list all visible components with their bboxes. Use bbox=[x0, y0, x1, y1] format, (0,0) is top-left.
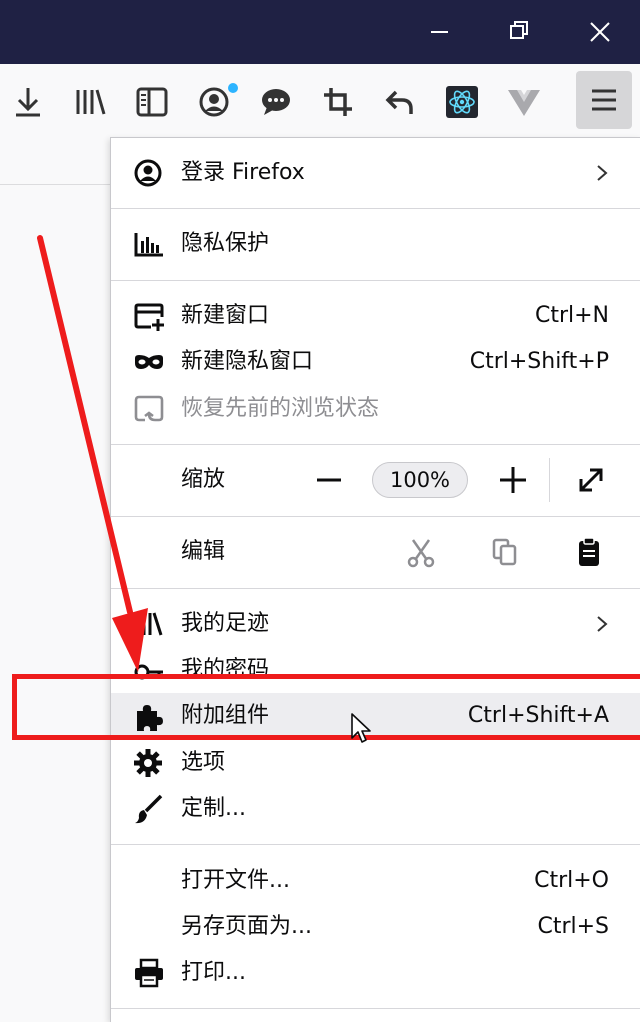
app-menu-panel: 登录 Firefox 隐私保护 新建窗口 Ctrl+N 新建隐私窗口 Ctrl+… bbox=[110, 137, 640, 1022]
expand-icon bbox=[579, 468, 603, 492]
menu-separator bbox=[111, 844, 640, 845]
menu-item-label: 缩放 bbox=[181, 467, 226, 492]
menu-item-privacy[interactable]: 隐私保护 bbox=[111, 221, 640, 267]
menu-item-customize[interactable]: 定制... bbox=[111, 786, 640, 832]
annotation-highlight-box bbox=[12, 674, 640, 740]
menu-separator bbox=[111, 280, 640, 281]
chevron-right-icon bbox=[597, 165, 608, 181]
menu-item-new-window[interactable]: 新建窗口 Ctrl+N bbox=[111, 293, 640, 339]
menu-item-save-page[interactable]: 另存页面为... Ctrl+S bbox=[111, 904, 640, 950]
zoom-reset-button[interactable]: 100% bbox=[372, 462, 468, 498]
download-icon[interactable] bbox=[8, 82, 48, 122]
menu-item-restore-session[interactable]: 恢复先前的浏览状态 bbox=[111, 386, 640, 432]
menu-item-label: 另存页面为... bbox=[181, 914, 312, 939]
menu-item-sign-in[interactable]: 登录 Firefox bbox=[111, 150, 640, 196]
shortcut-label: Ctrl+Shift+P bbox=[469, 349, 609, 374]
shortcut-label: Ctrl+O bbox=[534, 868, 609, 893]
toolbar-divider bbox=[0, 184, 112, 185]
menu-item-label: 登录 Firefox bbox=[181, 160, 305, 185]
copy-button[interactable] bbox=[485, 532, 525, 572]
chevron-right-icon bbox=[597, 616, 608, 632]
paintbrush-icon bbox=[133, 794, 165, 824]
menu-item-label: 新建隐私窗口 bbox=[181, 349, 314, 374]
restore-session-icon bbox=[133, 394, 165, 424]
menu-item-new-private-window[interactable]: 新建隐私窗口 Ctrl+Shift+P bbox=[111, 339, 640, 385]
library-icon[interactable] bbox=[70, 82, 110, 122]
minus-icon bbox=[317, 478, 341, 482]
window-titlebar bbox=[0, 0, 640, 64]
menu-item-open-file[interactable]: 打开文件... Ctrl+O bbox=[111, 858, 640, 904]
hamburger-menu-icon bbox=[592, 89, 616, 111]
library-icon bbox=[133, 609, 165, 639]
mask-icon bbox=[133, 347, 165, 377]
shortcut-label: Ctrl+N bbox=[534, 303, 609, 328]
notification-dot bbox=[228, 83, 238, 93]
menu-item-label: 恢复先前的浏览状态 bbox=[181, 396, 380, 421]
menu-item-label: 隐私保护 bbox=[181, 231, 270, 256]
menu-item-label: 我的足迹 bbox=[181, 611, 270, 636]
scissors-icon bbox=[407, 539, 435, 568]
account-circle-icon bbox=[133, 158, 165, 188]
gear-icon bbox=[133, 748, 165, 778]
plus-icon bbox=[500, 467, 526, 493]
clipboard-icon bbox=[579, 537, 599, 566]
menu-item-label: 编辑 bbox=[181, 539, 226, 564]
fullscreen-button[interactable] bbox=[571, 460, 611, 500]
zoom-out-button[interactable] bbox=[309, 460, 349, 500]
zoom-in-button[interactable] bbox=[493, 460, 533, 500]
printer-icon bbox=[133, 958, 165, 988]
menu-item-options[interactable]: 选项 bbox=[111, 740, 640, 786]
menu-separator bbox=[111, 208, 640, 209]
hamburger-menu-button[interactable] bbox=[576, 71, 632, 129]
react-icon[interactable] bbox=[442, 82, 482, 122]
menu-item-label: 打开文件... bbox=[181, 868, 290, 893]
new-window-icon bbox=[133, 301, 165, 331]
menu-item-label: 选项 bbox=[181, 750, 226, 775]
copy-icon bbox=[492, 538, 517, 566]
minimize-icon[interactable] bbox=[418, 10, 462, 54]
close-icon[interactable] bbox=[578, 10, 622, 54]
menu-item-print[interactable]: 打印... bbox=[111, 950, 640, 996]
menu-item-label: 新建窗口 bbox=[181, 303, 270, 328]
menu-item-edit: 编辑 bbox=[111, 529, 640, 575]
menu-item-label: 打印... bbox=[181, 960, 246, 985]
menu-separator bbox=[111, 588, 640, 589]
bar-chart-icon bbox=[133, 229, 165, 259]
menu-separator bbox=[111, 444, 640, 445]
menu-item-library[interactable]: 我的足迹 bbox=[111, 601, 640, 647]
undo-icon[interactable] bbox=[380, 82, 420, 122]
menu-item-label: 定制... bbox=[181, 796, 246, 821]
crop-icon[interactable] bbox=[318, 82, 358, 122]
vue-icon[interactable] bbox=[504, 82, 544, 122]
shortcut-label: Ctrl+S bbox=[537, 914, 609, 939]
chat-icon[interactable] bbox=[256, 82, 296, 122]
menu-separator bbox=[111, 516, 640, 517]
cut-button[interactable] bbox=[401, 532, 441, 572]
restore-icon[interactable] bbox=[498, 10, 542, 54]
mouse-cursor-icon bbox=[351, 713, 371, 743]
paste-button[interactable] bbox=[569, 532, 609, 572]
zoom-divider bbox=[549, 458, 550, 502]
sidebar-icon[interactable] bbox=[132, 82, 172, 122]
menu-separator bbox=[111, 1008, 640, 1009]
